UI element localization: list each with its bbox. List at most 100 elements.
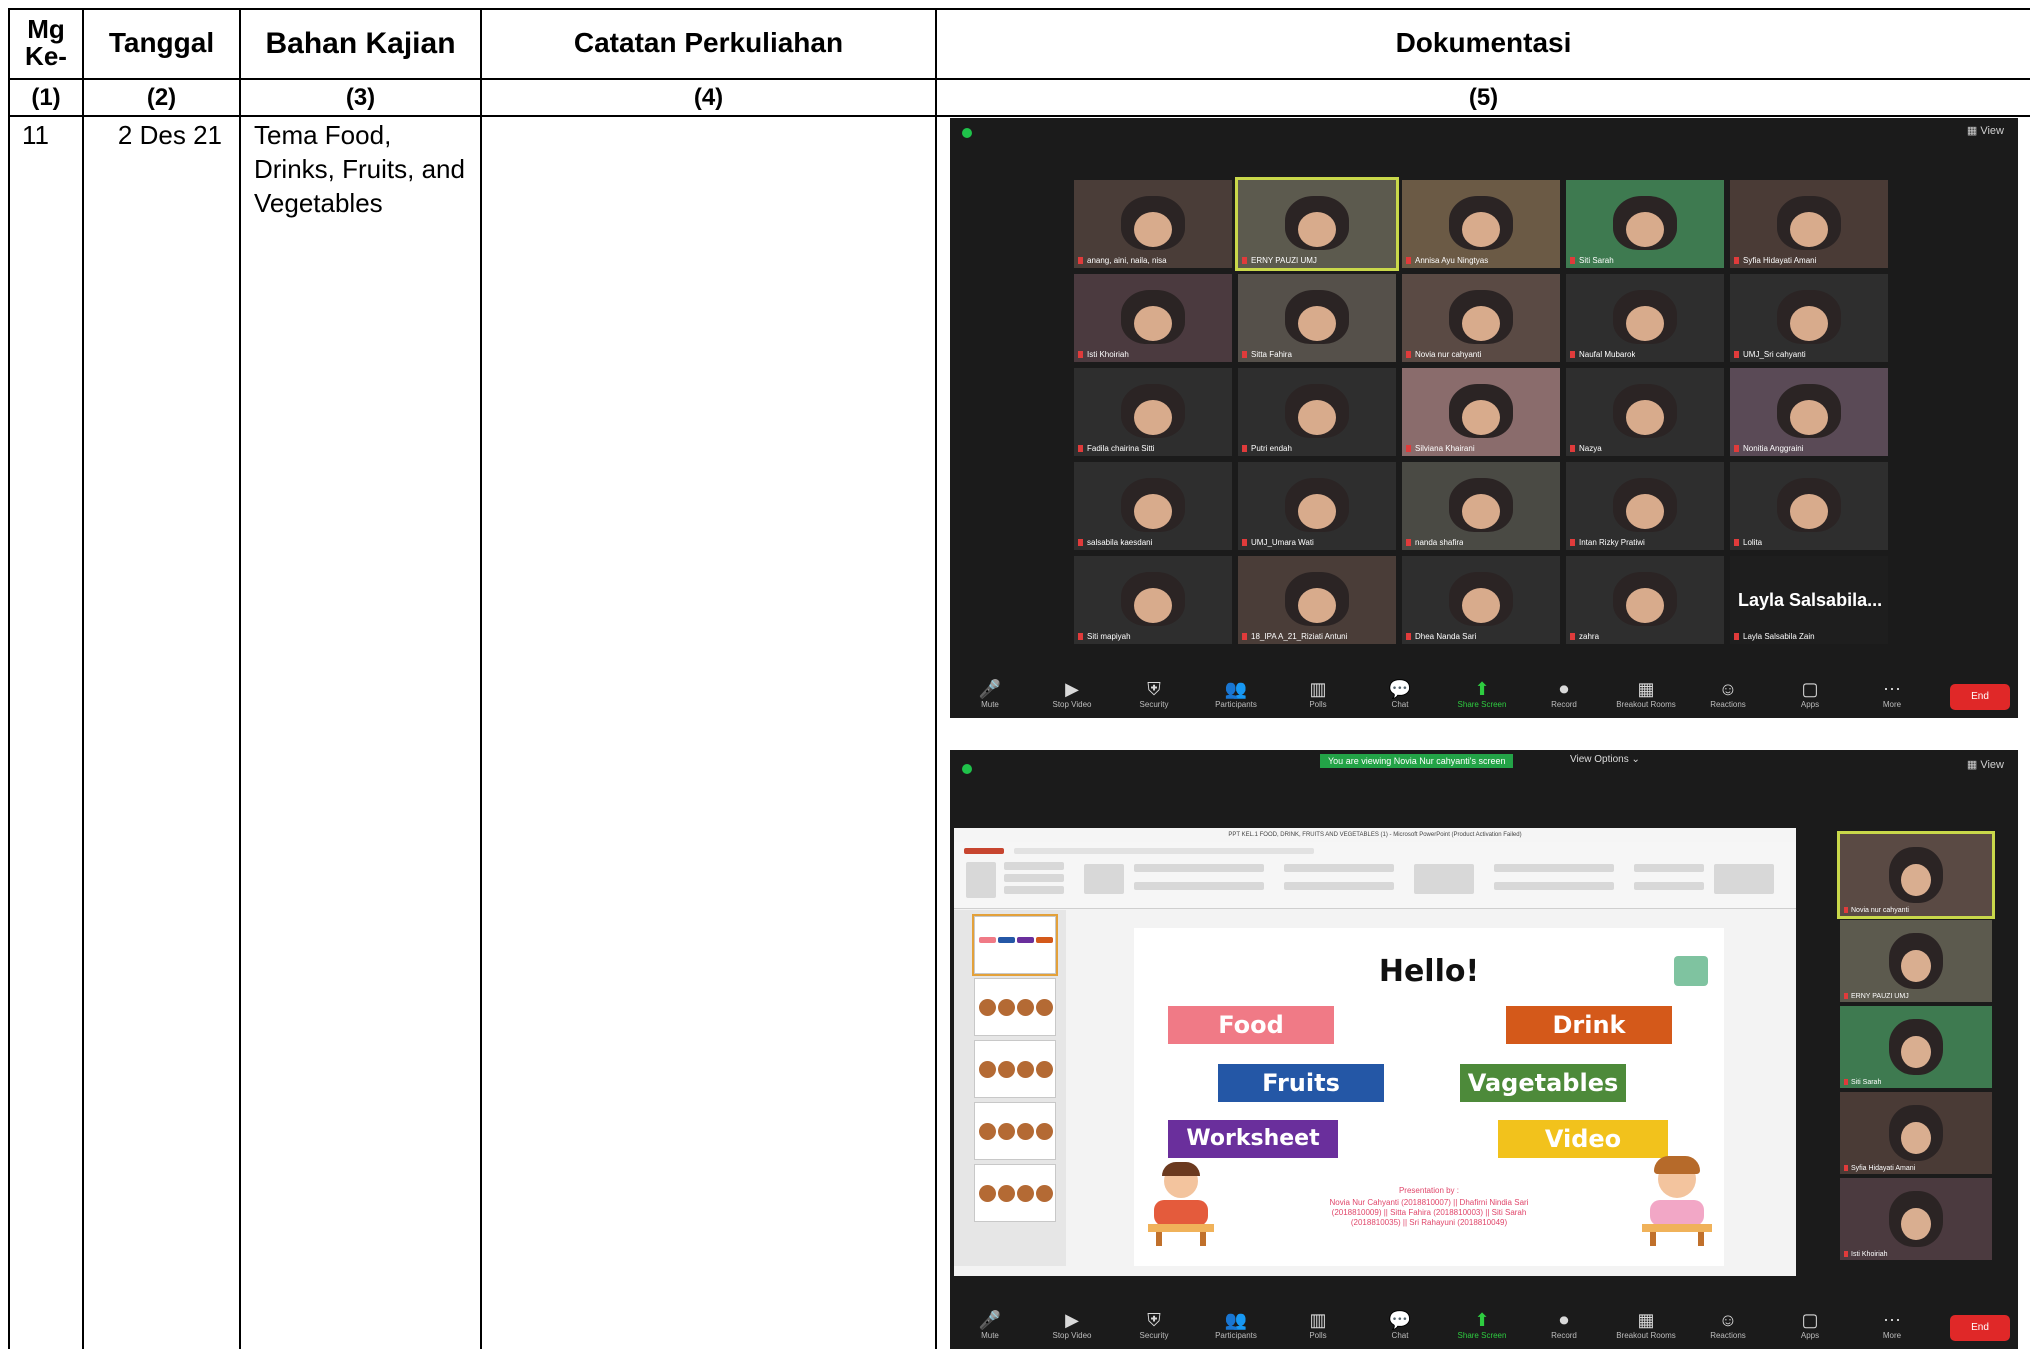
participant-tile[interactable]: Syfia Hidayati Amani <box>1730 180 1888 268</box>
participant-tile[interactable]: Silviana Khairani <box>1402 368 1560 456</box>
participant-face <box>1134 399 1172 435</box>
participant-tile[interactable]: ERNY PAUZI UMJ <box>1235 177 1399 271</box>
participant-name-label: ERNY PAUZI UMJ <box>1242 256 1317 265</box>
toolbar-share-screen-button[interactable]: ⬆ Share Screen <box>1452 1309 1512 1340</box>
toolbar-label: Polls <box>1309 1331 1327 1340</box>
toolbar-reactions-button[interactable]: ☺ Reactions <box>1698 678 1758 709</box>
participant-name-label: salsabila kaesdani <box>1078 538 1152 547</box>
ppt-title-bar: PPT KEL.1 FOOD, DRINK, FRUITS AND VEGETA… <box>954 828 1796 842</box>
food-image-icon <box>979 1061 996 1078</box>
participant-tile[interactable]: 18_IPA A_21_Riziati Antuni <box>1238 556 1396 644</box>
participant-tile[interactable]: zahra <box>1566 556 1724 644</box>
participant-tile[interactable]: UMJ_Umara Wati <box>1238 462 1396 550</box>
share-screen-icon: ⬆ <box>1474 1310 1490 1330</box>
col-number-2: (2) <box>146 84 177 111</box>
end-meeting-button[interactable]: End <box>1950 1315 2010 1341</box>
participant-name-label: Isti Khoiriah <box>1844 1251 1888 1258</box>
view-button[interactable]: ▦ View <box>1967 124 2004 137</box>
grid-view-icon: ▦ <box>1966 125 1981 137</box>
participant-tile[interactable]: UMJ_Sri cahyanti <box>1730 274 1888 362</box>
participant-face <box>1298 587 1336 623</box>
participant-tile[interactable]: Isti Khoiriah <box>1074 274 1232 362</box>
participant-tile[interactable]: Novia nur cahyanti <box>1402 274 1560 362</box>
toolbar-label: Polls <box>1309 700 1327 709</box>
toolbar-participants-button[interactable]: 👥 Participants <box>1206 1309 1266 1340</box>
view-button[interactable]: ▦ View <box>1967 758 2004 771</box>
row-date: 2 Des 21 <box>117 120 222 150</box>
toolbar-more-button[interactable]: ⋯ More <box>1862 678 1922 709</box>
participant-tile[interactable]: Intan Rizky Pratiwi <box>1566 462 1724 550</box>
end-meeting-button[interactable]: End <box>1950 684 2010 710</box>
side-participant-tile[interactable]: Novia nur cahyanti <box>1837 831 1995 919</box>
toolbar-apps-button[interactable]: ▢ Apps <box>1780 678 1840 709</box>
drink-button[interactable]: Drink <box>1506 1006 1672 1044</box>
vegetables-button[interactable]: Vagetables <box>1460 1064 1626 1102</box>
toolbar-polls-button[interactable]: ▥ Polls <box>1288 1309 1348 1340</box>
header-week: Mg Ke- <box>25 14 67 71</box>
toolbar-chat-button[interactable]: 💬 Chat <box>1370 1309 1430 1340</box>
meeting-toolbar: 🎤 Mute ▶ Stop Video ⛨ Security 👥 Participants ▥ P… <box>950 1303 2018 1349</box>
grid-view-icon: ▦ <box>1966 759 1981 771</box>
toolbar-record-button[interactable]: ⏺ Record <box>1534 1309 1594 1340</box>
participant-tile[interactable]: Lolita <box>1730 462 1888 550</box>
participant-tile[interactable]: Siti Sarah <box>1566 180 1724 268</box>
side-participant-tile[interactable]: Isti Khoiriah <box>1840 1178 1992 1260</box>
toolbar-breakout-rooms-button[interactable]: ▦ Breakout Rooms <box>1616 678 1676 709</box>
participant-tile[interactable]: Siti mapiyah <box>1074 556 1232 644</box>
participant-tile[interactable]: Putri endah <box>1238 368 1396 456</box>
participant-tile[interactable]: Fadila chairina Sitti <box>1074 368 1232 456</box>
food-image-icon <box>998 1123 1015 1140</box>
video-button[interactable]: Video <box>1498 1120 1668 1158</box>
microphone-icon: 🎤 <box>978 1310 1002 1330</box>
toolbar-chat-button[interactable]: 💬 Chat <box>1370 678 1430 709</box>
toolbar-label: Chat <box>1391 700 1409 709</box>
side-participant-tile[interactable]: Syfia Hidayati Amani <box>1840 1092 1992 1174</box>
toolbar-apps-button[interactable]: ▢ Apps <box>1780 1309 1840 1340</box>
slide-thumbnail[interactable] <box>972 914 1058 976</box>
toolbar-participants-button[interactable]: 👥 Participants <box>1206 678 1266 709</box>
side-participant-tile[interactable]: ERNY PAUZI UMJ <box>1840 920 1992 1002</box>
toolbar-more-button[interactable]: ⋯ More <box>1862 1309 1922 1340</box>
slide-thumbnail[interactable] <box>974 1164 1056 1222</box>
participant-name-label: Silviana Khairani <box>1406 444 1475 453</box>
food-image-icon <box>979 1185 996 1202</box>
food-image-icon <box>979 937 996 943</box>
toolbar-mute-button[interactable]: 🎤 Mute <box>960 1309 1020 1340</box>
view-options-dropdown[interactable]: View Options ⌄ <box>1570 754 1640 765</box>
fruits-button[interactable]: Fruits <box>1218 1064 1384 1102</box>
participant-tile[interactable]: Naufal Mubarok <box>1566 274 1724 362</box>
food-button[interactable]: Food <box>1168 1006 1334 1044</box>
participant-tile[interactable]: Nazya <box>1566 368 1724 456</box>
participant-tile[interactable]: nanda shafira <box>1402 462 1560 550</box>
participant-tile[interactable]: Annisa Ayu Ningtyas <box>1402 180 1560 268</box>
participant-name-label: Nazya <box>1570 444 1602 453</box>
col-number-5: (5) <box>1468 84 1499 111</box>
slide-thumbnail[interactable] <box>974 978 1056 1036</box>
polls-icon: ▥ <box>1309 1310 1327 1330</box>
participant-tile[interactable]: anang, aini, naila, nisa <box>1074 180 1232 268</box>
participant-face <box>1790 305 1828 341</box>
shield-icon: ⛨ <box>1147 1310 1161 1330</box>
side-participant-tile[interactable]: Siti Sarah <box>1840 1006 1992 1088</box>
toolbar-share-screen-button[interactable]: ⬆ Share Screen <box>1452 678 1512 709</box>
participant-face <box>1626 587 1664 623</box>
toolbar-stop-video-button[interactable]: ▶ Stop Video <box>1042 1309 1102 1340</box>
toolbar-breakout-rooms-button[interactable]: ▦ Breakout Rooms <box>1616 1309 1676 1340</box>
participant-tile[interactable]: Dhea Nanda Sari <box>1402 556 1560 644</box>
toolbar-reactions-button[interactable]: ☺ Reactions <box>1698 1309 1758 1340</box>
worksheet-button[interactable]: Worksheet <box>1168 1120 1338 1158</box>
participant-tile[interactable]: Nonitia Anggraini <box>1730 368 1888 456</box>
participant-tile[interactable]: Layla Salsabila... Layla Salsabila Zain <box>1730 556 1888 644</box>
toolbar-mute-button[interactable]: 🎤 Mute <box>960 678 1020 709</box>
record-icon: ⏺ <box>1559 679 1569 699</box>
toolbar-record-button[interactable]: ⏺ Record <box>1534 678 1594 709</box>
toolbar-security-button[interactable]: ⛨ Security <box>1124 678 1184 709</box>
food-image-icon <box>1017 937 1034 943</box>
toolbar-stop-video-button[interactable]: ▶ Stop Video <box>1042 678 1102 709</box>
toolbar-polls-button[interactable]: ▥ Polls <box>1288 678 1348 709</box>
participant-tile[interactable]: Sitta Fahira <box>1238 274 1396 362</box>
slide-thumbnail[interactable] <box>974 1102 1056 1160</box>
slide-thumbnail[interactable] <box>974 1040 1056 1098</box>
toolbar-security-button[interactable]: ⛨ Security <box>1124 1309 1184 1340</box>
participant-tile[interactable]: salsabila kaesdani <box>1074 462 1232 550</box>
